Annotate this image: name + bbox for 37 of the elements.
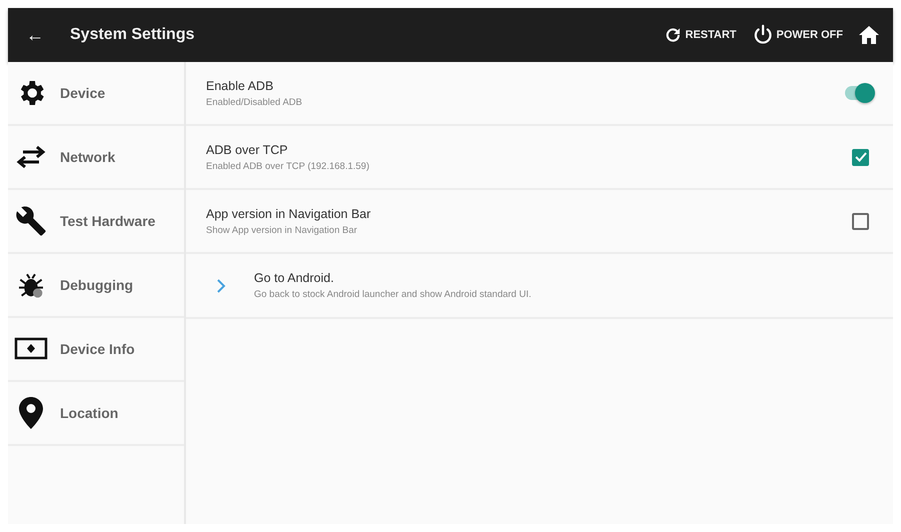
sidebar-item[interactable]: Test Hardware — [8, 190, 184, 254]
sidebar-label: Device — [60, 85, 106, 101]
setting-description: Show App version in Navigation Bar — [206, 224, 358, 236]
home-icon — [859, 26, 879, 44]
restart-button[interactable]: RESTART — [663, 25, 736, 45]
setting-description: Enabled ADB over TCP (192.168.1.59) — [206, 160, 370, 172]
sidebar-item[interactable]: Debugging — [8, 254, 184, 318]
checkbox[interactable] — [852, 212, 869, 230]
setting-title: Enable ADB — [206, 78, 274, 92]
setting-row[interactable]: App version in Navigation Bar Show App version in Navigation Bar — [186, 190, 893, 254]
setting-title: Go to Android. — [254, 271, 335, 285]
power-icon — [752, 24, 774, 46]
checkbox[interactable] — [852, 148, 869, 166]
setting-row[interactable]: Go to Android. Go back to stock Android launcher and show Android standard UI. — [186, 254, 893, 319]
sidebar-item[interactable]: Location — [8, 382, 184, 446]
sidebar-label: Debugging — [60, 277, 134, 293]
swap-arrows-icon — [14, 145, 48, 169]
sidebar-item[interactable]: Device Info — [8, 318, 184, 382]
sidebar-item[interactable]: Network — [8, 126, 184, 190]
power-off-button[interactable]: POWER OFF — [752, 24, 843, 46]
sidebar-item[interactable]: Device — [8, 62, 184, 126]
monitor-icon — [14, 336, 48, 362]
setting-row[interactable]: Enable ADB Enabled/Disabled ADB — [186, 62, 893, 126]
setting-description: Go back to stock Android launcher and show Android standard UI. — [254, 289, 532, 300]
sidebar-label: Device Info — [60, 341, 135, 357]
sidebar-label: Network — [60, 149, 116, 165]
back-button[interactable]: ← — [26, 24, 44, 46]
wrench-icon — [14, 205, 48, 237]
sidebar-label: Location — [60, 405, 118, 421]
window-title: System Settings — [70, 26, 194, 44]
home-button[interactable] — [859, 26, 879, 44]
setting-row[interactable]: ADB over TCP Enabled ADB over TCP (192.168.1.59) — [186, 126, 893, 190]
setting-title: ADB over TCP — [206, 142, 289, 156]
sidebar-label: Test Hardware — [60, 213, 156, 229]
chevron-right-icon — [216, 278, 226, 292]
setting-title: App version in Navigation Bar — [206, 206, 372, 220]
setting-description: Enabled/Disabled ADB — [206, 96, 304, 108]
